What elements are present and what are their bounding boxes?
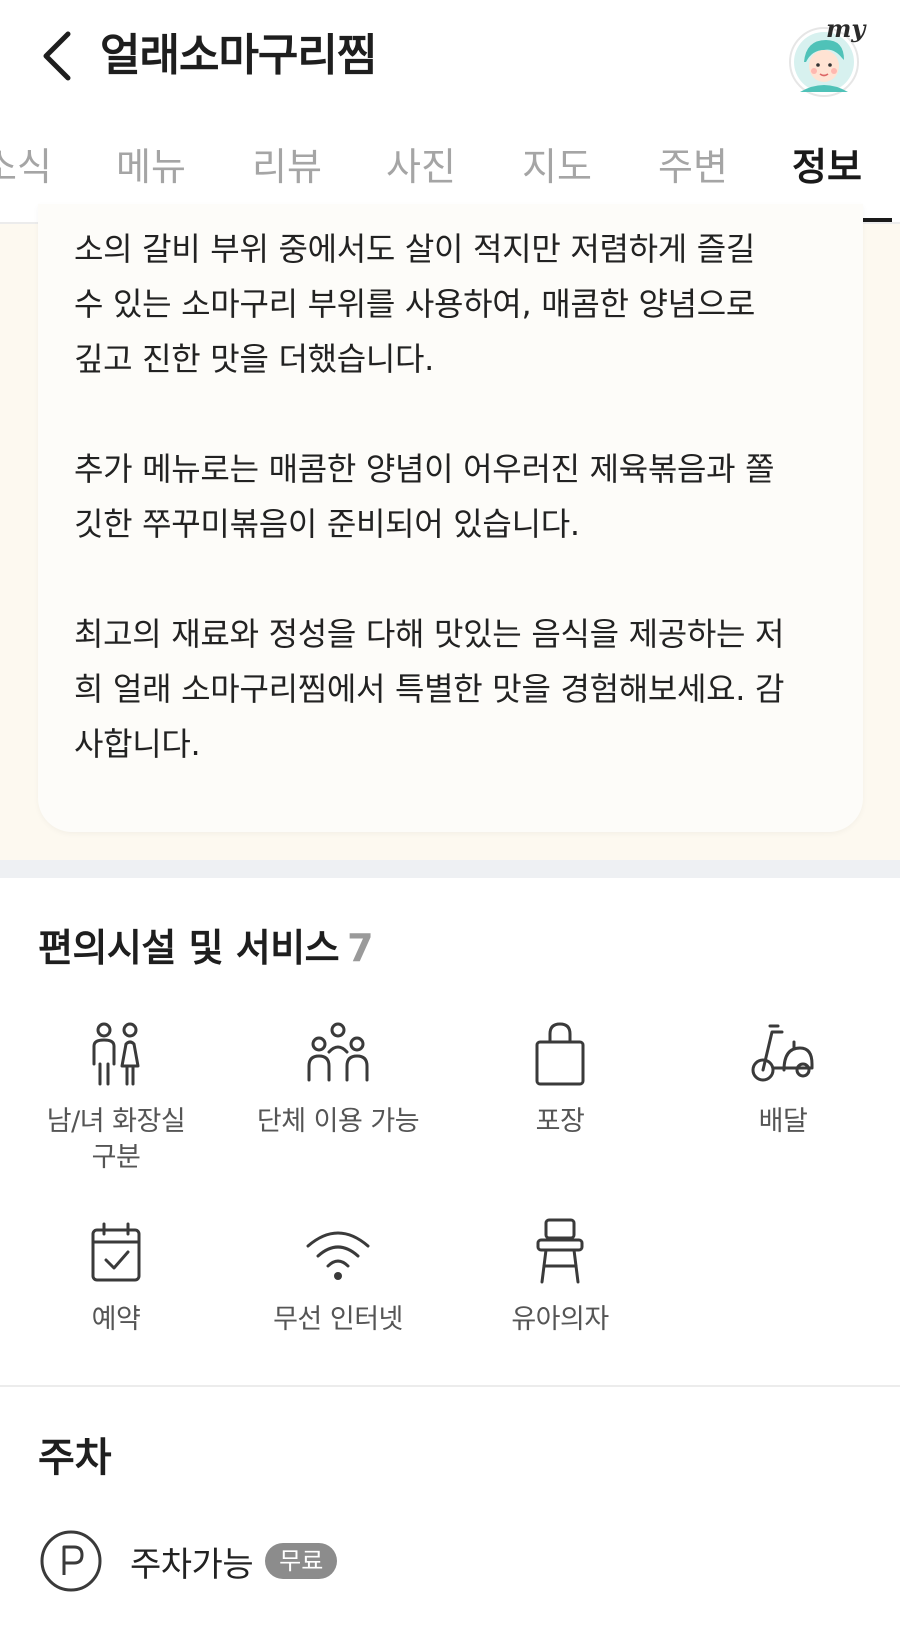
parking-status: 주차가능: [130, 1544, 254, 1585]
page-title: 얼래소마구리찜: [100, 30, 377, 81]
tab-map[interactable]: 지도: [522, 142, 592, 192]
header-bar: 얼래소마구리찜 my: [0, 0, 900, 112]
my-profile-button[interactable]: my: [784, 14, 865, 98]
tab-photos[interactable]: 사진: [386, 142, 456, 192]
restroom-icon: [92, 1022, 140, 1086]
facility-takeout: 포장: [450, 1020, 670, 1140]
facility-wifi: 무선 인터넷: [228, 1218, 448, 1338]
facilities-count: 7: [347, 926, 374, 970]
facility-group: 단체 이용 가능: [228, 1020, 448, 1140]
facility-reservation: 예약: [6, 1218, 226, 1338]
facilities-title: 편의시설 및 서비스 7: [38, 923, 374, 973]
parking-title: 주차: [38, 1435, 112, 1481]
tab-nearby[interactable]: 주변: [658, 142, 728, 192]
facility-label: 유아의자: [511, 1304, 609, 1335]
back-button[interactable]: [30, 26, 86, 86]
calendar-check-icon: [91, 1222, 141, 1282]
tab-news[interactable]: 소식: [0, 142, 52, 192]
high-chair-icon: [536, 1218, 584, 1284]
facility-label: 무선 인터넷: [273, 1304, 403, 1335]
facility-label: 배달: [758, 1106, 808, 1137]
my-label: my: [826, 14, 866, 43]
section-divider: [0, 1385, 900, 1387]
section-divider: [0, 860, 900, 878]
facility-delivery: 배달: [673, 1020, 893, 1140]
shopping-bag-icon: [535, 1022, 585, 1086]
facility-label: 예약: [91, 1304, 141, 1335]
facilities-title-text: 편의시설 및 서비스: [38, 926, 340, 970]
parking-icon: [40, 1530, 102, 1592]
tab-reviews[interactable]: 리뷰: [252, 142, 322, 192]
parking-row: 주차가능 무료: [40, 1530, 338, 1592]
facility-restroom: 남/녀 화장실 구분: [6, 1020, 226, 1176]
facility-label: 단체 이용 가능: [256, 1106, 420, 1137]
tab-info[interactable]: 정보: [792, 142, 862, 192]
group-icon: [307, 1022, 369, 1082]
description-text: 소의 갈비 부위 중에서도 살이 적지만 저렴하게 즐길 수 있는 소마구리 부…: [74, 230, 785, 763]
wifi-icon: [306, 1231, 370, 1280]
parking-badge: 무료: [265, 1543, 338, 1579]
facility-label: 남/녀 화장실 구분: [46, 1106, 186, 1173]
chevron-left-icon: [43, 31, 71, 81]
tab-menu[interactable]: 메뉴: [116, 142, 186, 192]
facility-high-chair: 유아의자: [450, 1218, 670, 1338]
facility-label: 포장: [535, 1106, 585, 1137]
scooter-icon: [751, 1024, 814, 1082]
